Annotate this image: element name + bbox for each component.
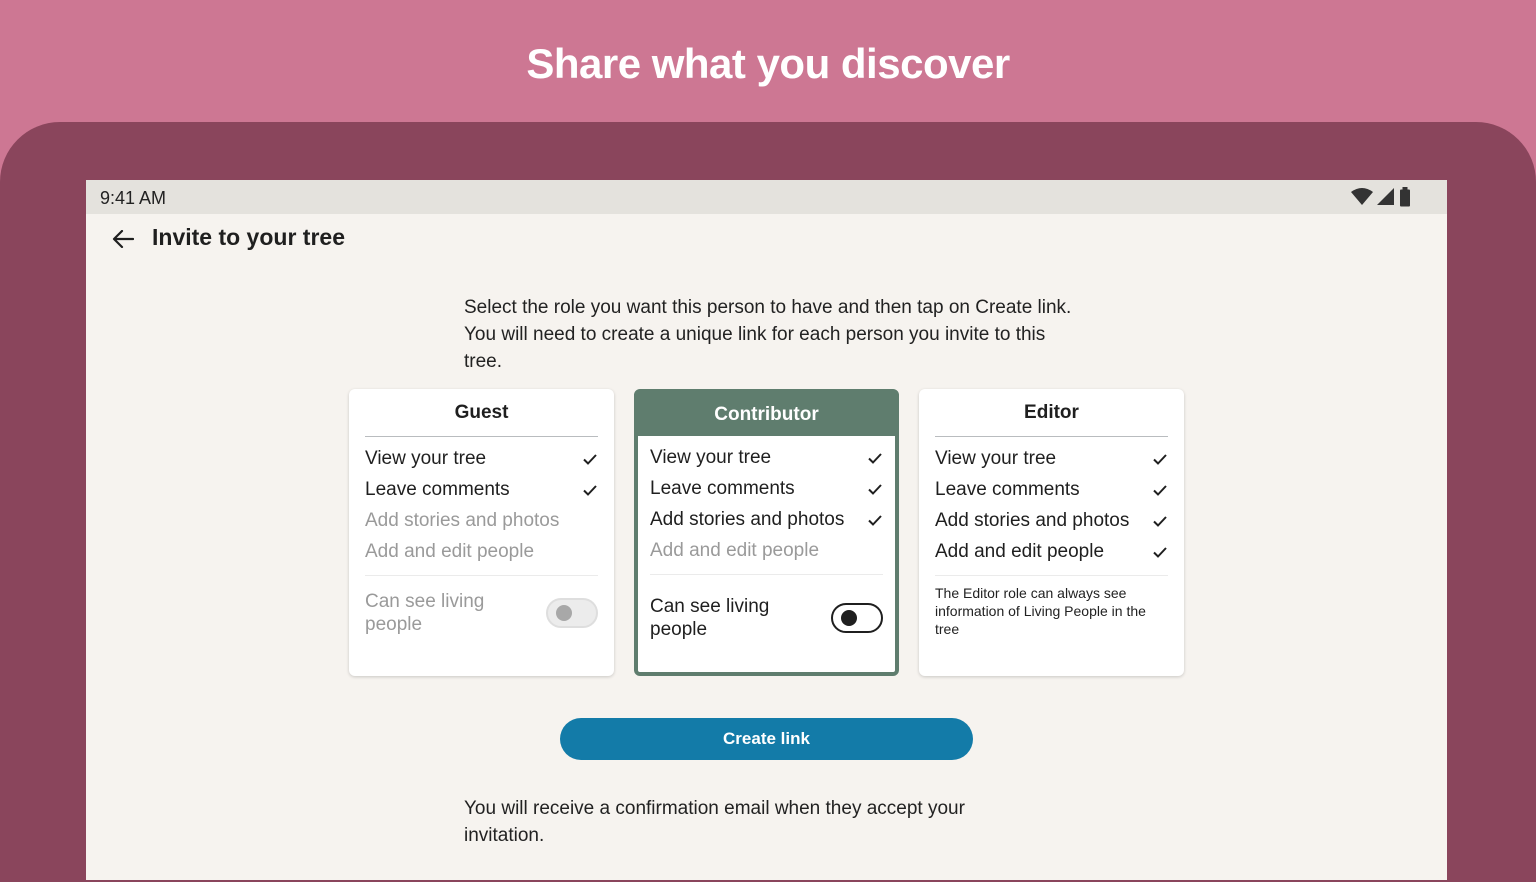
role-card-contributor[interactable]: Contributor View your tree Leave comment… — [634, 389, 899, 676]
arrow-left-icon — [112, 229, 135, 253]
permission-label: Add and edit people — [650, 539, 820, 561]
permission-label: View your tree — [935, 447, 1057, 469]
toggle-label: Can see living people — [650, 596, 770, 640]
divider — [935, 575, 1168, 576]
check-icon — [1153, 515, 1167, 527]
app-screen: 9:41 AM Invite to your tree Select the r… — [86, 180, 1447, 880]
permission-label: Add stories and photos — [365, 509, 560, 531]
permission-item: Leave comments — [935, 474, 1168, 505]
check-icon — [868, 452, 882, 464]
status-time: 9:41 AM — [100, 188, 167, 208]
check-icon — [1153, 484, 1167, 496]
permission-item: Add stories and photos — [650, 504, 883, 535]
permission-item: Add stories and photos — [365, 505, 598, 536]
check-icon — [1153, 453, 1167, 465]
living-people-toggle-row: Can see living people — [650, 595, 883, 641]
check-icon — [583, 453, 597, 465]
permission-item: Add and edit people — [365, 536, 598, 567]
divider — [650, 574, 883, 575]
permission-list: View your tree Leave comments Add storie… — [650, 442, 883, 566]
check-icon — [868, 514, 882, 526]
permission-item: Leave comments — [365, 474, 598, 505]
role-card-editor[interactable]: Editor View your tree Leave comments Add… — [919, 389, 1184, 676]
permission-item: Add and edit people — [935, 536, 1168, 567]
permission-item: View your tree — [650, 442, 883, 473]
toggle-knob — [841, 610, 857, 626]
permission-item: View your tree — [935, 443, 1168, 474]
permission-label: Add stories and photos — [650, 508, 845, 530]
divider — [365, 575, 598, 576]
permission-list: View your tree Leave comments Add storie… — [365, 443, 598, 567]
editor-note: The Editor role can always see informati… — [935, 585, 1146, 637]
permission-label: Leave comments — [365, 478, 510, 500]
back-button[interactable] — [108, 226, 138, 256]
battery-icon — [1399, 187, 1411, 212]
role-card-title: Editor — [935, 389, 1168, 437]
permission-item: View your tree — [365, 443, 598, 474]
create-link-button[interactable]: Create link — [560, 718, 973, 760]
permission-label: View your tree — [365, 447, 487, 469]
check-icon — [868, 483, 882, 495]
living-people-toggle[interactable] — [831, 603, 883, 633]
permission-item: Add stories and photos — [935, 505, 1168, 536]
living-people-toggle-row: Can see living people — [365, 590, 598, 636]
wifi-icon — [1351, 188, 1373, 211]
toggle-label: Can see living people — [365, 591, 485, 635]
permission-label: Add stories and photos — [935, 509, 1130, 531]
permission-label: Add and edit people — [365, 540, 535, 562]
permission-label: Add and edit people — [935, 540, 1105, 562]
page-title: Invite to your tree — [152, 224, 345, 250]
cell-signal-icon — [1377, 188, 1395, 211]
permission-label: Leave comments — [935, 478, 1080, 500]
confirmation-text: You will receive a confirmation email wh… — [464, 798, 965, 846]
app-bar: Invite to your tree — [86, 214, 1447, 270]
check-icon — [583, 484, 597, 496]
status-bar: 9:41 AM — [86, 180, 1447, 214]
intro-text: Select the role you want this person to … — [464, 297, 1072, 372]
check-icon — [1153, 546, 1167, 558]
role-card-title: Guest — [365, 389, 598, 437]
permission-item: Add and edit people — [650, 535, 883, 566]
role-card-guest[interactable]: Guest View your tree Leave comments Add … — [349, 389, 614, 676]
permission-label: Leave comments — [650, 477, 795, 499]
toggle-knob — [556, 605, 572, 621]
permission-label: View your tree — [650, 446, 772, 468]
permission-item: Leave comments — [650, 473, 883, 504]
status-icons — [1351, 187, 1411, 212]
permission-list: View your tree Leave comments Add storie… — [935, 443, 1168, 567]
role-card-title: Contributor — [638, 393, 895, 436]
banner-title: Share what you discover — [526, 40, 1010, 87]
living-people-toggle[interactable] — [546, 598, 598, 628]
